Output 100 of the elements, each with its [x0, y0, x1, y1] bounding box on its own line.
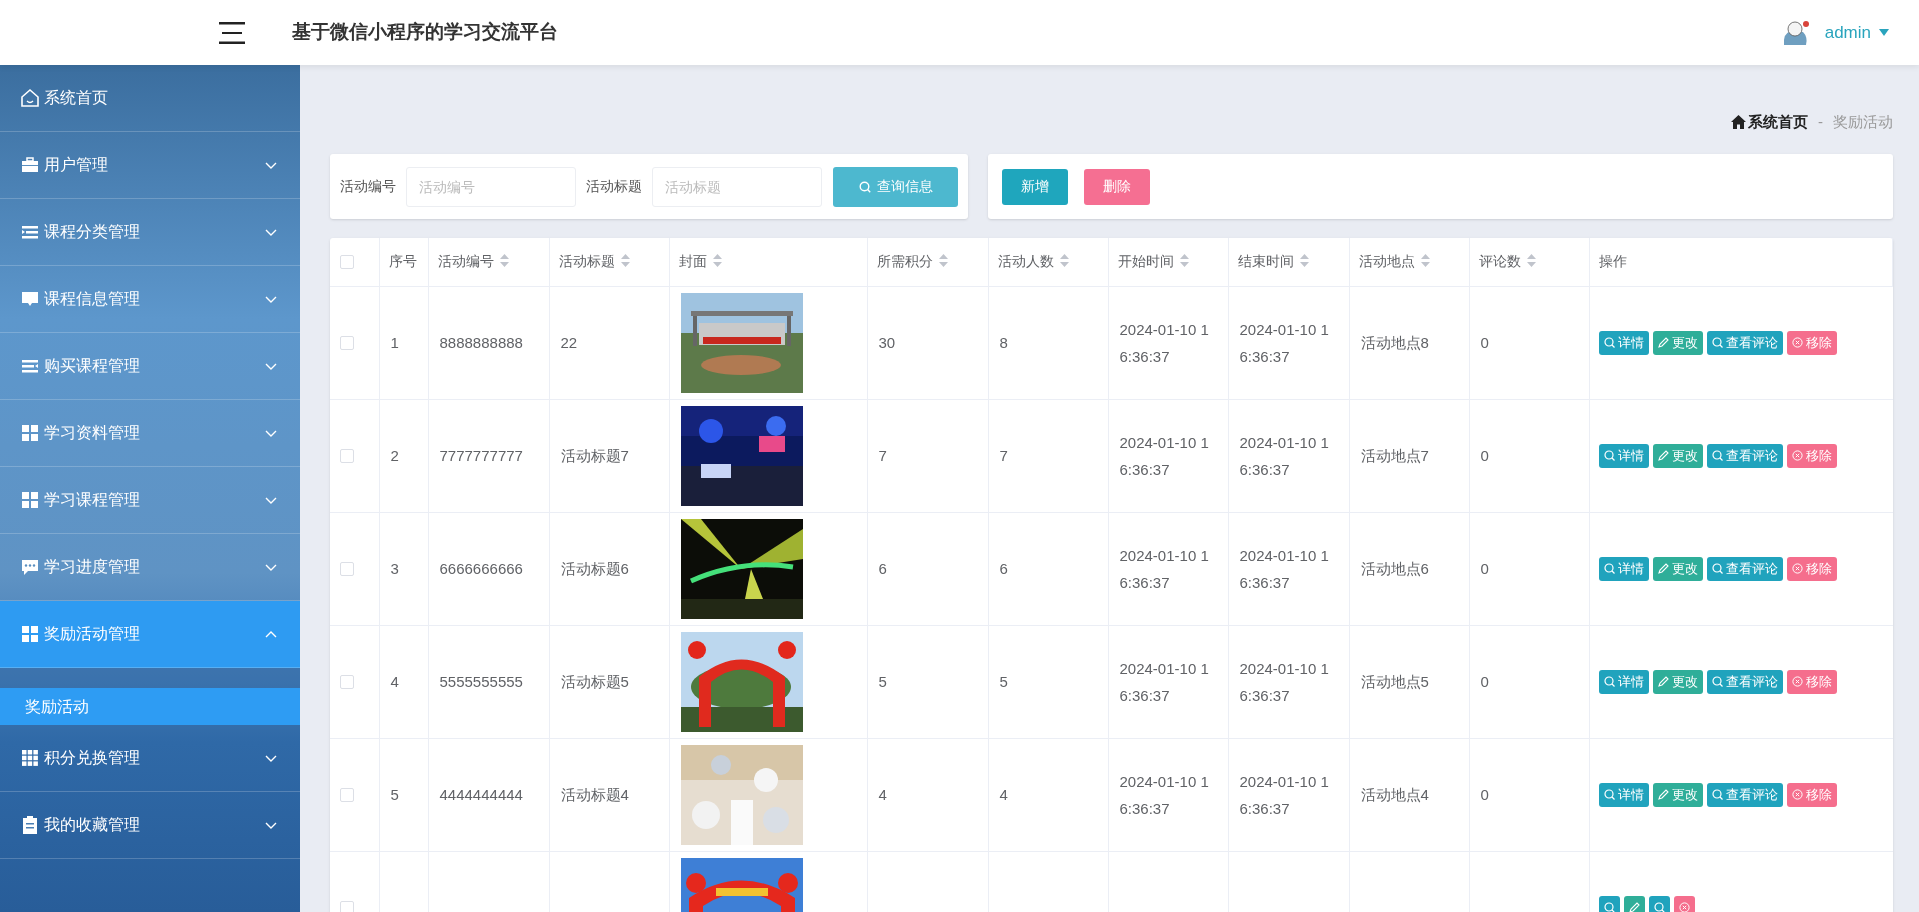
- view-button[interactable]: 详情: [1598, 330, 1649, 355]
- caret-icon: [1879, 29, 1889, 36]
- sidebar-item[interactable]: 我的收藏管理: [0, 792, 300, 859]
- column-header[interactable]: 活动地点: [1358, 253, 1415, 270]
- add-button[interactable]: 新增: [1002, 168, 1068, 205]
- view-button[interactable]: 详情: [1598, 443, 1649, 468]
- column-header[interactable]: 封面: [678, 253, 707, 270]
- edit-button[interactable]: 更改: [1652, 782, 1703, 807]
- sidebar-item[interactable]: 奖励活动管理: [0, 601, 300, 668]
- column-header[interactable]: 评论数: [1478, 253, 1521, 270]
- view-button[interactable]: 详情: [1598, 669, 1649, 694]
- table-cell-text: 2024-01-10 16:36:37: [1119, 658, 1210, 706]
- view-button[interactable]: [1598, 895, 1620, 912]
- search-field[interactable]: 活动标题: [652, 166, 822, 207]
- table-cell-text: 2024-01-10 16:36:37: [1239, 319, 1330, 367]
- checkbox[interactable]: [340, 254, 354, 269]
- remove-button[interactable]: 移除: [1786, 556, 1837, 581]
- sidebar-item[interactable]: 学习资料管理: [0, 400, 300, 467]
- sort-icon[interactable]: [1420, 254, 1430, 268]
- grid-icon: [20, 490, 40, 510]
- delete-button[interactable]: 删除: [1084, 168, 1150, 205]
- checkbox[interactable]: [340, 448, 354, 463]
- edit-button[interactable]: [1623, 895, 1645, 912]
- table-cell-text: 0: [1480, 446, 1490, 466]
- sort-icon[interactable]: [1299, 254, 1309, 268]
- edit-button[interactable]: 更改: [1652, 330, 1703, 355]
- remove-button[interactable]: 移除: [1786, 443, 1837, 468]
- checkbox[interactable]: [340, 787, 354, 802]
- column-header: 操作: [1598, 253, 1627, 270]
- table-cell-text: 0: [1480, 672, 1490, 692]
- table-cell-text: 2024-01-10 16:36:37: [1239, 432, 1330, 480]
- sort-icon[interactable]: [712, 254, 722, 268]
- sidebar-item[interactable]: 学习课程管理: [0, 467, 300, 534]
- column-header[interactable]: 开始时间: [1117, 253, 1174, 270]
- column-header: 序号: [388, 253, 417, 270]
- search-icon: [1603, 450, 1615, 461]
- checkbox[interactable]: [340, 335, 354, 350]
- column-header[interactable]: 活动人数: [997, 253, 1054, 270]
- table-cell-text: 2024-01-10 16:36:37: [1239, 545, 1330, 593]
- sidebar-item[interactable]: 购买课程管理: [0, 333, 300, 400]
- view-button[interactable]: 查看评论: [1706, 669, 1783, 694]
- edit-button[interactable]: 更改: [1652, 556, 1703, 581]
- column-header[interactable]: 所需积分: [876, 253, 933, 270]
- view-button[interactable]: 查看评论: [1706, 556, 1783, 581]
- view-button[interactable]: 查看评论: [1706, 330, 1783, 355]
- sidebar-item[interactable]: 课程分类管理: [0, 199, 300, 266]
- view-button[interactable]: 查看评论: [1706, 443, 1783, 468]
- sidebar-item[interactable]: 用户管理: [0, 132, 300, 199]
- checkbox[interactable]: [340, 561, 354, 576]
- table-cell-text: 5555555555: [439, 672, 524, 692]
- view-button[interactable]: 查看评论: [1706, 782, 1783, 807]
- search-icon: [1603, 676, 1615, 687]
- sidebar-item[interactable]: 系统首页: [0, 65, 300, 132]
- table-cell-text: 0: [1480, 785, 1490, 805]
- sort-icon[interactable]: [938, 254, 948, 268]
- edit-button[interactable]: 更改: [1652, 669, 1703, 694]
- table-cell-text: 0: [1480, 333, 1490, 353]
- table-cell-text: 活动标题7: [560, 446, 630, 466]
- column-header[interactable]: 活动编号: [437, 253, 494, 270]
- chat-bubble-icon: [20, 557, 40, 577]
- table-cell-text: 活动标题6: [560, 559, 630, 579]
- table-cell-text: 5: [999, 672, 1009, 692]
- search-icon: [1653, 902, 1665, 912]
- table-cell-text: 5: [390, 785, 400, 805]
- sort-icon[interactable]: [620, 254, 630, 268]
- edit-button[interactable]: 更改: [1652, 443, 1703, 468]
- view-button[interactable]: [1648, 895, 1670, 912]
- app-title: 基于微信小程序的学习交流平台: [292, 20, 558, 45]
- search-field[interactable]: 活动编号: [406, 166, 576, 207]
- view-button[interactable]: 详情: [1598, 782, 1649, 807]
- checkbox[interactable]: [340, 900, 354, 912]
- column-header[interactable]: 结束时间: [1237, 253, 1294, 270]
- grid-icon: [20, 624, 40, 644]
- field-label: 活动标题: [586, 177, 642, 196]
- close-icon: [1791, 789, 1803, 800]
- submenu-item[interactable]: 奖励活动: [0, 688, 300, 725]
- view-button[interactable]: 详情: [1598, 556, 1649, 581]
- table-cell-text: 活动标题4: [560, 785, 630, 805]
- table-cell-text: 30: [878, 333, 897, 353]
- pencil-icon: [1657, 450, 1669, 461]
- table-cell-text: 活动地点6: [1360, 559, 1430, 579]
- remove-button[interactable]: [1673, 895, 1695, 912]
- table-cell-text: 活动标题5: [560, 672, 630, 692]
- table-cell-text: 4: [878, 785, 888, 805]
- remove-button[interactable]: 移除: [1786, 330, 1837, 355]
- checkbox[interactable]: [340, 674, 354, 689]
- sidebar-item[interactable]: 课程信息管理: [0, 266, 300, 333]
- menu-icon[interactable]: [218, 20, 246, 45]
- sort-icon[interactable]: [1059, 254, 1069, 268]
- remove-button[interactable]: 移除: [1786, 782, 1837, 807]
- sort-icon[interactable]: [1179, 254, 1189, 268]
- remove-button[interactable]: 移除: [1786, 669, 1837, 694]
- column-header[interactable]: 活动标题: [558, 253, 615, 270]
- sort-icon[interactable]: [1526, 254, 1536, 268]
- sidebar-item[interactable]: 积分兑换管理: [0, 725, 300, 792]
- breadcrumb-link[interactable]: 系统首页: [1748, 110, 1808, 134]
- user-menu[interactable]: admin: [1824, 19, 1889, 46]
- search-button[interactable]: 查询信息: [833, 166, 958, 207]
- sort-icon[interactable]: [499, 254, 509, 268]
- table-cell-text: 7777777777: [439, 446, 524, 466]
